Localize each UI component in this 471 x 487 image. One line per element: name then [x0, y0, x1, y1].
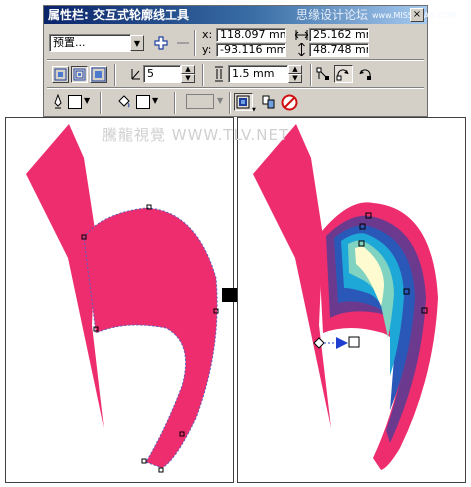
fill-bucket-icon [118, 95, 130, 108]
contour-direction-arrow[interactable] [336, 337, 348, 349]
fill-color-dropdown-arrow[interactable]: ▼ [152, 96, 158, 105]
x-label: x: [202, 28, 213, 41]
separator [310, 64, 312, 86]
object-acceleration-button[interactable] [234, 93, 253, 111]
canvas-after [237, 117, 466, 483]
letter-h-with-contour [253, 124, 438, 470]
last-fill-dropdown-arrow[interactable]: ▼ [217, 96, 223, 105]
watermark-text: 思缘设计论坛 [296, 8, 369, 22]
separator [174, 92, 176, 114]
width-field[interactable]: 25.162 mm [309, 28, 369, 42]
y-label: y: [202, 43, 212, 56]
fill-color-swatch[interactable] [136, 95, 150, 109]
contour-outside-button[interactable] [90, 66, 107, 83]
separator [194, 30, 196, 56]
contour-steps-icon [131, 69, 140, 80]
separator [202, 64, 204, 86]
add-preset-icon[interactable] [154, 36, 168, 50]
width-icon [295, 30, 308, 40]
linear-contour-colors-icon[interactable] [315, 66, 331, 82]
contour-offset-icon [215, 66, 223, 82]
preset-dropdown-arrow[interactable]: ▼ [130, 35, 144, 51]
close-button[interactable]: × [410, 8, 424, 22]
steps-spin-up[interactable]: ▲ [181, 65, 195, 74]
contour-inside-button[interactable] [71, 66, 88, 83]
height-icon [298, 43, 305, 56]
remove-preset-icon[interactable] [176, 36, 190, 50]
separator [114, 64, 116, 86]
offset-spin-up[interactable]: ▲ [288, 65, 302, 74]
property-bar-title-bar[interactable]: 属性栏: 交互式轮廓线工具 思缘设计论坛 www.MISSYUAN.COM × [44, 6, 456, 24]
letter-h-original [26, 124, 219, 473]
acceleration-icon [236, 95, 250, 109]
node-handle[interactable] [141, 458, 147, 464]
canvas-before [5, 117, 234, 483]
property-bar: 属性栏: 交互式轮廓线工具 思缘设计论坛 www.MISSYUAN.COM × … [43, 5, 456, 117]
contour-center-icon [54, 68, 67, 81]
x-position-field[interactable]: 118.097 mm [216, 28, 286, 42]
copy-contour-properties-icon[interactable] [261, 94, 277, 110]
contour-offset-field[interactable]: 1.5 mm [228, 65, 288, 83]
outline-color-dropdown-arrow[interactable]: ▼ [84, 96, 90, 105]
property-bar-title: 属性栏: 交互式轮廓线工具 [48, 8, 189, 22]
height-field[interactable]: 48.748 mm [309, 43, 369, 57]
steps-spin-down[interactable]: ▼ [181, 74, 195, 83]
clear-contour-icon[interactable] [281, 94, 298, 111]
clockwise-colors-icon [336, 69, 349, 81]
contour-steps-field[interactable]: 5 [143, 65, 181, 83]
divider [47, 59, 424, 61]
outline-color-swatch[interactable] [68, 95, 82, 109]
node-handle[interactable] [158, 467, 164, 473]
preset-dropdown[interactable]: 预置... [49, 34, 131, 52]
separator [100, 92, 102, 114]
clockwise-contour-colors-button[interactable] [334, 65, 353, 83]
divider [47, 87, 424, 89]
acceleration-dropdown-arrow[interactable]: ▼ [252, 107, 256, 113]
contour-inside-icon [73, 68, 86, 81]
contour-end-handle[interactable] [348, 336, 360, 348]
counterclockwise-contour-colors-icon[interactable] [357, 66, 373, 82]
last-fill-color-swatch[interactable] [186, 94, 214, 109]
y-position-field[interactable]: -93.116 mm [216, 43, 286, 57]
canvas-watermark: 騰龍視覺 WWW.TLV.NET [102, 126, 290, 144]
offset-spin-down[interactable]: ▼ [288, 74, 302, 83]
contour-to-center-button[interactable] [52, 66, 69, 83]
outline-pen-icon [54, 94, 62, 109]
separator [229, 92, 231, 114]
contour-outside-icon [91, 67, 106, 82]
